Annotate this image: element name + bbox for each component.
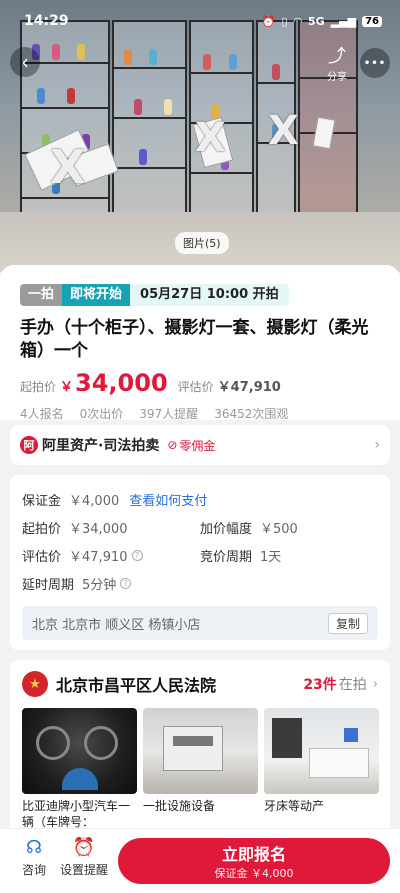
eval-price-label: 评估价 xyxy=(177,380,214,394)
status-time: 14:29 xyxy=(24,13,69,29)
bottom-bar: ☊ 咨询 ⏰ 设置提醒 立即报名 保证金 ￥4,000 xyxy=(0,828,400,893)
chevron-right-icon: › xyxy=(374,437,380,453)
share-label: 分享 xyxy=(327,72,347,83)
lot-info-card: 一拍 即将开始 05月27日 10:00 开拍 手办（十个柜子）、摄影灯一套、摄… xyxy=(0,265,400,422)
cycle-value: 1天 xyxy=(260,549,282,565)
how-to-pay-link[interactable]: 查看如何支付 xyxy=(129,490,207,509)
court-lot-count: 23件 xyxy=(303,677,337,693)
set-reminder-button[interactable]: ⏰ 设置提醒 xyxy=(56,837,112,878)
share-icon: ⤴ xyxy=(328,46,346,67)
consult-button[interactable]: ☊ 咨询 xyxy=(6,837,62,878)
stat-signups: 4人报名 xyxy=(20,407,64,421)
increment-label: 加价幅度 xyxy=(200,521,253,537)
delay-row: 延时周期 5分钟 ? xyxy=(22,569,378,597)
round-tag: 一拍 xyxy=(20,284,63,306)
list-item[interactable]: 牙床等动产 xyxy=(264,708,379,830)
vibrate-icon: ▯ xyxy=(281,14,288,28)
status-badge: 即将开始 xyxy=(62,284,131,306)
tag-row: 一拍 即将开始 05月27日 10:00 开拍 xyxy=(20,283,380,307)
platform-name: 阿里资产·司法拍卖 xyxy=(42,438,160,454)
consult-label: 咨询 xyxy=(21,863,46,877)
court-name: 北京市昌平区人民法院 xyxy=(56,676,217,695)
court-emblem-icon: ★ xyxy=(22,671,48,697)
share-button[interactable]: ⤴ 分享 xyxy=(322,46,352,84)
headset-icon: ☊ xyxy=(26,837,42,858)
lot-thumb-title: 比亚迪牌小型汽车一辆（车牌号： xyxy=(22,799,131,829)
delay-label: 延时周期 xyxy=(22,577,75,593)
signal-icon: ▂▄▆ xyxy=(330,14,357,28)
start-price-label: 起拍价 xyxy=(22,521,62,537)
set-reminder-label: 设置提醒 xyxy=(59,863,108,877)
display-cabinet xyxy=(112,20,187,242)
start-time: 05月27日 10:00 开拍 xyxy=(130,284,289,306)
auction-details: 保证金 ￥4,000 查看如何支付 起拍价 ￥34,000 加价幅度 ￥500 … xyxy=(10,475,390,650)
deposit-row: 保证金 ￥4,000 查看如何支付 xyxy=(22,485,378,513)
lot-thumb-title: 一批设施设备 xyxy=(143,799,216,813)
stats-row: 4人报名 0次出价 397人提醒 36452次围观 xyxy=(20,405,380,422)
court-lots: 比亚迪牌小型汽车一辆（车牌号： 一批设施设备 牙床等动产 xyxy=(22,708,379,830)
lot-title: 手办（十个柜子）、摄影灯一套、摄影灯（柔光箱）一个 xyxy=(20,318,369,361)
battery-icon: 76 xyxy=(362,15,382,27)
more-button[interactable]: ••• xyxy=(360,48,390,78)
list-item[interactable]: 一批设施设备 xyxy=(143,708,258,830)
stat-reminders: 397人提醒 xyxy=(139,407,199,421)
increment-value: ￥500 xyxy=(260,521,298,537)
alarm-clock-icon: ⏰ xyxy=(72,837,96,858)
signup-button[interactable]: 立即报名 保证金 ￥4,000 xyxy=(118,838,390,884)
deposit-label: 保证金 xyxy=(22,493,62,509)
signup-deposit: 保证金 ￥4,000 xyxy=(214,867,294,880)
eval-price: ￥47,910 xyxy=(217,380,281,395)
lot-thumb-title: 牙床等动产 xyxy=(264,799,325,813)
lot-thumbnail xyxy=(264,708,379,794)
eval-cycle-row: 评估价 ￥47,910 ? 竞价周期 1天 xyxy=(22,541,378,569)
copy-button[interactable]: 复制 xyxy=(327,612,368,634)
court-count-label: 在拍 xyxy=(338,677,367,693)
more-icon: ••• xyxy=(363,57,387,69)
stat-bids: 0次出价 xyxy=(79,407,124,421)
price-row: 起拍价 ￥ 34,000 评估价 ￥47,910 xyxy=(20,369,380,397)
court-header[interactable]: ★ 北京市昌平区人民法院 23件 在拍 › xyxy=(22,670,378,698)
back-button[interactable]: ‹ xyxy=(10,47,40,77)
wifi-icon: ◠ xyxy=(293,14,302,28)
currency-symbol: ￥ xyxy=(60,380,74,395)
status-icons: ⏰ ▯ ◠ 5G ▂▄▆ 76 xyxy=(262,15,382,28)
price-detail-row: 起拍价 ￥34,000 加价幅度 ￥500 xyxy=(22,513,378,541)
lot-thumbnail xyxy=(143,708,258,794)
chevron-left-icon: ‹ xyxy=(21,50,29,74)
stat-views: 36452次围观 xyxy=(214,407,289,421)
list-item[interactable]: 比亚迪牌小型汽车一辆（车牌号： xyxy=(22,708,137,830)
zero-fee-label: 零佣金 xyxy=(179,438,216,453)
start-price-label: 起拍价 xyxy=(20,380,57,394)
lot-thumbnail xyxy=(22,708,137,794)
help-icon[interactable]: ? xyxy=(120,577,132,589)
chevron-right-icon: › xyxy=(372,676,378,692)
start-price: 34,000 xyxy=(75,369,168,397)
alarm-icon: ⏰ xyxy=(261,14,276,28)
eval-value: ￥47,910 xyxy=(69,549,128,565)
check-circle-icon: ⊘ xyxy=(167,438,178,452)
status-bar: 14:29 ⏰ ▯ ◠ 5G ▂▄▆ 76 xyxy=(0,0,400,42)
deposit-value: ￥4,000 xyxy=(69,493,120,509)
address-bar: 北京 北京市 顺义区 杨镇小店 复制 xyxy=(22,606,378,640)
delay-value: 5分钟 xyxy=(82,577,117,593)
signup-label: 立即报名 xyxy=(221,845,286,864)
network-label: 5G xyxy=(308,14,325,28)
photo-counter[interactable]: 图片(5) xyxy=(175,232,229,254)
zero-fee-badge: ⊘ 零佣金 xyxy=(167,437,215,454)
court-card: ★ 北京市昌平区人民法院 23件 在拍 › 比亚迪牌小型汽车一辆（车牌号： 一批… xyxy=(10,660,390,840)
ali-logo-icon: 阿 xyxy=(20,436,38,454)
eval-label: 评估价 xyxy=(22,549,62,565)
help-icon[interactable]: ? xyxy=(131,549,143,561)
cycle-label: 竞价周期 xyxy=(200,549,253,565)
address-text: 北京 北京市 顺义区 杨镇小店 xyxy=(32,617,201,633)
platform-bar[interactable]: 阿 阿里资产·司法拍卖 ⊘ 零佣金 › xyxy=(10,425,390,465)
start-price-value: ￥34,000 xyxy=(69,521,128,537)
